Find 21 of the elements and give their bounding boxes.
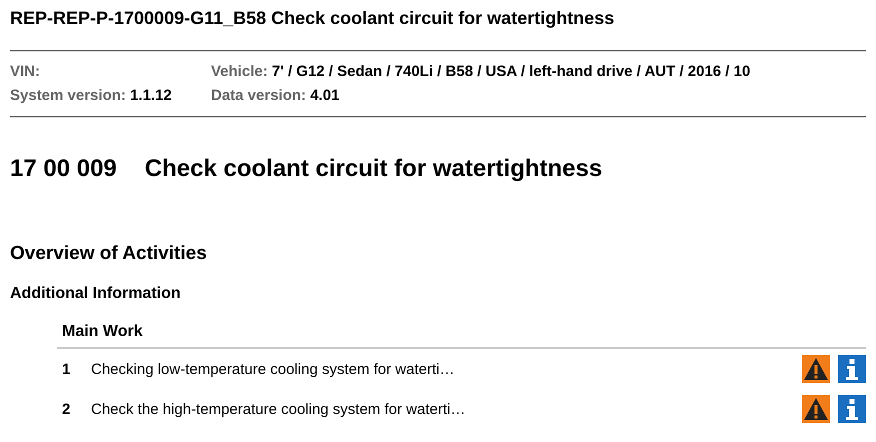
meta-value: 4.01 xyxy=(310,87,340,104)
meta-label: Vehicle: xyxy=(211,63,268,80)
info-icon[interactable] xyxy=(838,395,866,423)
meta-label: System version: xyxy=(10,87,126,104)
row-number: 2 xyxy=(62,400,72,418)
document-title: REP-REP-P-1700009-G11_B58 Check coolant circuit for watertightness xyxy=(10,7,616,30)
meta-value: 1.1.12 xyxy=(130,87,172,104)
subsection-heading: Additional Information xyxy=(10,284,182,304)
activity-link[interactable]: Checking low-temperature cooling system for waterti… xyxy=(91,360,454,378)
table-heading: Main Work xyxy=(57,322,866,349)
info-icon[interactable] xyxy=(838,355,866,383)
procedure-title: Check coolant circuit for watertightness xyxy=(144,154,602,184)
meta-label: VIN: xyxy=(10,63,40,80)
section-heading: Overview of Activities xyxy=(10,242,208,266)
meta-label: Data version: xyxy=(211,87,306,104)
activity-link[interactable]: Check the high-temperature cooling system for waterti… xyxy=(91,400,466,418)
row-number: 1 xyxy=(62,360,72,378)
warning-icon[interactable] xyxy=(802,355,830,383)
procedure-number: 17 00 009 xyxy=(10,154,117,184)
meta-value: 7' / G12 / Sedan / 740Li / B58 / USA / left-hand drive / AUT / 2016 / 10 xyxy=(272,63,750,80)
warning-icon[interactable] xyxy=(802,395,830,423)
